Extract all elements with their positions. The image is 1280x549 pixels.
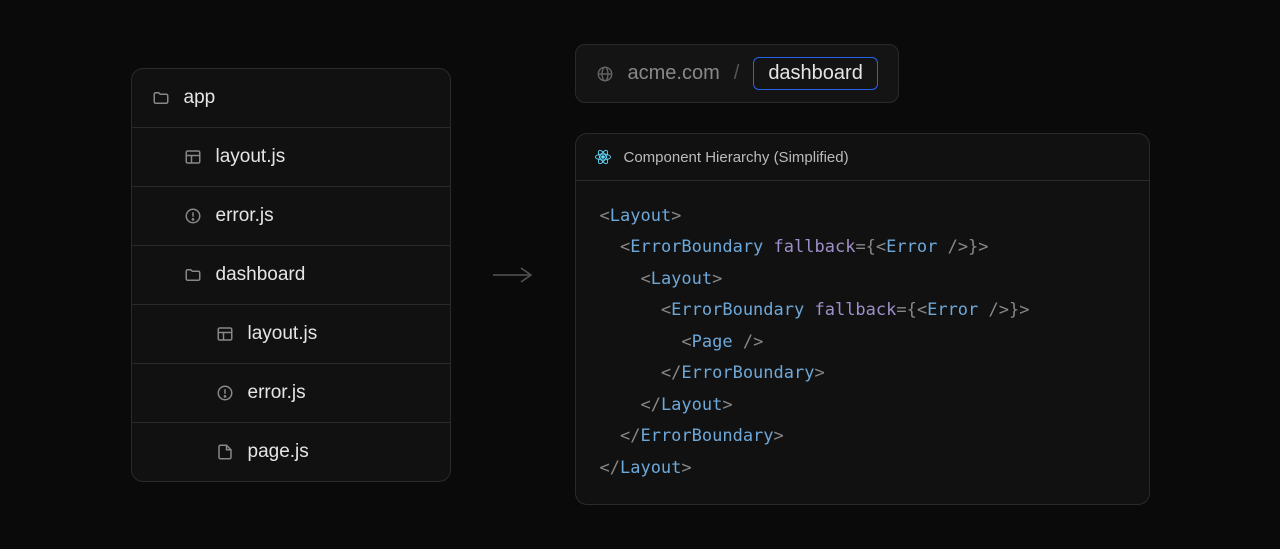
url-separator: / (734, 62, 740, 85)
error-icon (184, 207, 202, 225)
tree-item-layout-js[interactable]: layout.js (132, 128, 450, 187)
code-panel-header: Component Hierarchy (Simplified) (576, 134, 1149, 181)
layout-icon (184, 148, 202, 166)
folder-icon (152, 89, 170, 107)
react-icon (594, 148, 612, 166)
code-line: <ErrorBoundary fallback={<Error />}> (600, 295, 1125, 326)
tree-item-label: layout.js (216, 146, 286, 168)
tree-item-error-js[interactable]: error.js (132, 364, 450, 423)
code-line: </ErrorBoundary> (600, 358, 1125, 389)
code-line: <Page /> (600, 327, 1125, 358)
tree-item-label: dashboard (216, 264, 306, 286)
file-icon (216, 443, 234, 461)
code-line: <Layout> (600, 201, 1125, 232)
code-line: </Layout> (600, 453, 1125, 484)
code-line: </ErrorBoundary> (600, 421, 1125, 452)
right-column: acme.com / dashboard Component Hierarchy… (575, 44, 1150, 505)
code-line: <Layout> (600, 264, 1125, 295)
globe-icon (596, 65, 614, 83)
tree-root-label: app (184, 87, 216, 109)
layout-icon (216, 325, 234, 343)
tree-item-label: error.js (216, 205, 274, 227)
tree-item-label: layout.js (248, 323, 318, 345)
url-bar: acme.com / dashboard (575, 44, 899, 103)
file-tree: app layout.js error.js dashboard layout.js e… (131, 68, 451, 482)
tree-root[interactable]: app (132, 69, 450, 128)
tree-item-dashboard[interactable]: dashboard (132, 246, 450, 305)
code-panel-title: Component Hierarchy (Simplified) (624, 149, 849, 166)
folder-icon (184, 266, 202, 284)
url-domain: acme.com (628, 62, 720, 85)
error-icon (216, 384, 234, 402)
tree-item-error-js[interactable]: error.js (132, 187, 450, 246)
tree-item-layout-js[interactable]: layout.js (132, 305, 450, 364)
tree-item-label: error.js (248, 382, 306, 404)
code-line: </Layout> (600, 390, 1125, 421)
url-segment: dashboard (753, 57, 878, 90)
tree-item-label: page.js (248, 441, 309, 463)
code-body: <Layout> <ErrorBoundary fallback={<Error… (576, 181, 1149, 504)
tree-item-page-js[interactable]: page.js (132, 423, 450, 481)
code-line: <ErrorBoundary fallback={<Error />}> (600, 232, 1125, 263)
code-panel: Component Hierarchy (Simplified) <Layout… (575, 133, 1150, 505)
arrow-icon (491, 265, 535, 285)
